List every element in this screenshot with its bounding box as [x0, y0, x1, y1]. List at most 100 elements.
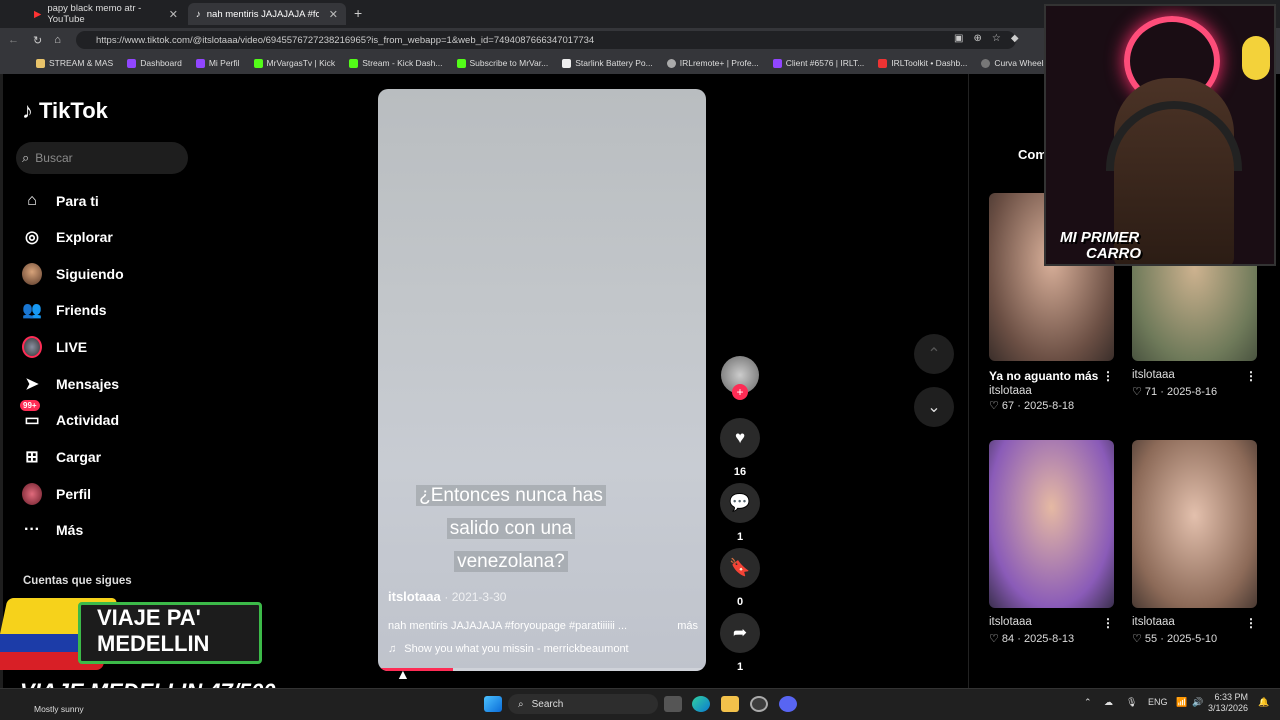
- bookmark[interactable]: IRLToolkit • Dashb...: [878, 58, 967, 68]
- back-icon[interactable]: ←: [8, 34, 19, 46]
- edge-icon[interactable]: [692, 696, 710, 712]
- microphone-icon[interactable]: 🎙: [1126, 697, 1137, 708]
- url-text: https://www.tiktok.com/@itslotaaa/video/…: [96, 34, 595, 46]
- notification-badge: 99+: [20, 400, 40, 411]
- bookmark[interactable]: Client #6576 | IRLT...: [772, 58, 864, 68]
- bookmark[interactable]: Starlink Battery Po...: [562, 58, 653, 68]
- onedrive-icon[interactable]: ☁: [1104, 697, 1113, 708]
- windows-start-icon[interactable]: [484, 696, 502, 712]
- wifi-icon[interactable]: 📶: [1176, 697, 1187, 708]
- video-thumbnail: [1132, 440, 1257, 608]
- video-author[interactable]: itslotaaa · 2021-3-30: [388, 589, 506, 604]
- discord-icon[interactable]: [779, 696, 797, 712]
- star-icon[interactable]: ☆: [992, 33, 1001, 44]
- more-link[interactable]: más: [677, 620, 698, 632]
- split-icon[interactable]: ▣: [954, 33, 963, 44]
- kick-icon: [456, 58, 466, 68]
- nav-siguiendo[interactable]: Siguiendo: [22, 259, 124, 289]
- tab-tiktok[interactable]: ♪ nah mentiris JAJAJAJA #foryo ✕: [188, 3, 346, 25]
- bookmark[interactable]: Subscribe to MrVar...: [456, 58, 548, 68]
- kick-icon: [253, 58, 263, 68]
- card-stats: ♡ 67 · 2025-8-18: [989, 400, 1075, 412]
- avatar: [22, 263, 42, 285]
- chevron-down-icon[interactable]: ⌄: [914, 387, 954, 427]
- address-input[interactable]: https://www.tiktok.com/@itslotaaa/video/…: [76, 31, 1016, 49]
- more-icon[interactable]: ⋮: [1245, 369, 1257, 383]
- video-card[interactable]: itslotaaa ⋮ ♡ 55 · 2025-5-10: [1132, 440, 1257, 645]
- nav-live[interactable]: LIVE: [22, 332, 87, 362]
- task-view-icon[interactable]: [664, 696, 682, 712]
- kick-icon: [349, 58, 359, 68]
- bookmark[interactable]: STREAM & MAS: [36, 58, 113, 68]
- nav-cargar[interactable]: ⊞ Cargar: [22, 442, 101, 472]
- chevron-up-icon[interactable]: ⌃: [1084, 697, 1092, 708]
- more-icon[interactable]: ⋮: [1102, 369, 1114, 383]
- comment-button[interactable]: 💬 1: [720, 483, 760, 543]
- video-progress-bar[interactable]: [378, 668, 706, 671]
- bookmark[interactable]: Stream - Kick Dash...: [349, 58, 443, 68]
- mouse-cursor-icon: ▲: [396, 666, 410, 682]
- file-explorer-icon[interactable]: [721, 696, 739, 712]
- video-player[interactable]: ¿Entonces nunca has salido con una venez…: [378, 89, 706, 671]
- send-icon: ➤: [25, 376, 39, 393]
- video-thumbnail: [989, 440, 1114, 608]
- tab-youtube[interactable]: ▶ papy black memo atr - YouTube ✕: [26, 3, 186, 25]
- bookmark-icon: 🔖: [720, 548, 760, 588]
- folder-icon: [36, 58, 45, 68]
- bookmark[interactable]: IRLremote+ | Profe...: [666, 58, 759, 68]
- follow-plus-icon[interactable]: +: [732, 384, 748, 400]
- nav-friends[interactable]: 👥 Friends: [22, 295, 107, 325]
- more-icon[interactable]: ⋮: [1102, 616, 1114, 630]
- chevron-up-icon[interactable]: ⌃: [914, 334, 954, 374]
- more-icon[interactable]: ⋮: [1245, 616, 1257, 630]
- comment-icon: 💬: [720, 483, 760, 523]
- nav-para-ti[interactable]: ⌂ Para ti: [22, 186, 99, 216]
- nav-actividad[interactable]: ▭ 99+ Actividad: [20, 400, 119, 435]
- extension-icon[interactable]: ◆: [1011, 33, 1019, 44]
- notification-bell-icon[interactable]: 🔔: [1258, 697, 1269, 708]
- tiktok-icon: ♪: [196, 8, 201, 20]
- reload-icon[interactable]: ↻: [33, 34, 42, 47]
- like-button[interactable]: ♥ 16: [720, 418, 760, 478]
- search-icon: ⌕: [22, 150, 30, 165]
- card-stats: ♡ 55 · 2025-5-10: [1132, 633, 1218, 645]
- zoom-icon[interactable]: ⊕: [973, 33, 981, 44]
- address-actions: ▣ ⊕ ☆ ◆: [954, 33, 1019, 44]
- bookmark[interactable]: Mi Perfil: [195, 58, 240, 68]
- video-card[interactable]: itslotaaa ⋮ ♡ 84 · 2025-8-13: [989, 440, 1114, 645]
- tiktok-logo[interactable]: ♪ TikTok: [22, 98, 108, 124]
- video-date: 2021-3-30: [451, 590, 507, 604]
- weather-widget[interactable]: Mostly sunny: [34, 704, 84, 714]
- wheel-icon: [981, 58, 991, 68]
- twitch-icon: [127, 58, 137, 68]
- close-icon[interactable]: ✕: [329, 8, 338, 21]
- music-note-icon: ♫: [388, 643, 397, 655]
- clock[interactable]: 6:33 PM 3/13/2026: [1208, 692, 1248, 714]
- banana-icon: [1242, 36, 1270, 80]
- bookmark[interactable]: MrVargasTv | Kick: [253, 58, 335, 68]
- nav-perfil[interactable]: Perfil: [22, 479, 91, 509]
- video-description: nah mentiris JAJAJAJA #foryoupage #parat…: [388, 620, 698, 632]
- volume-icon[interactable]: 🔊: [1192, 697, 1203, 708]
- save-button[interactable]: 🔖 0: [720, 548, 760, 608]
- search-input[interactable]: ⌕ Buscar: [16, 142, 188, 174]
- language-indicator[interactable]: ENG: [1148, 697, 1168, 707]
- close-icon[interactable]: ✕: [169, 8, 178, 21]
- author-avatar-button[interactable]: +: [720, 356, 760, 400]
- nav-mensajes[interactable]: ➤ Mensajes: [22, 369, 119, 399]
- avatar: [22, 336, 42, 358]
- home-icon[interactable]: ⌂: [54, 34, 61, 46]
- bookmark[interactable]: Dashboard: [127, 58, 182, 68]
- nav-explorar[interactable]: ◎ Explorar: [22, 222, 113, 252]
- video-music[interactable]: ♫ Show you what you missin - merrickbeaum…: [388, 643, 629, 655]
- taskbar-search[interactable]: ⌕ Search: [508, 694, 658, 714]
- new-tab-icon[interactable]: +: [354, 5, 362, 21]
- more-icon: ···: [24, 521, 40, 538]
- tab-title: papy black memo atr - YouTube: [47, 3, 142, 25]
- obs-icon[interactable]: [750, 696, 768, 712]
- share-button[interactable]: ➦ 1: [720, 613, 760, 673]
- home-icon: ⌂: [27, 192, 37, 209]
- nav-mas[interactable]: ··· Más: [22, 515, 83, 545]
- tab-comments[interactable]: Com: [1018, 147, 1047, 162]
- card-user: itslotaaa: [1132, 616, 1175, 628]
